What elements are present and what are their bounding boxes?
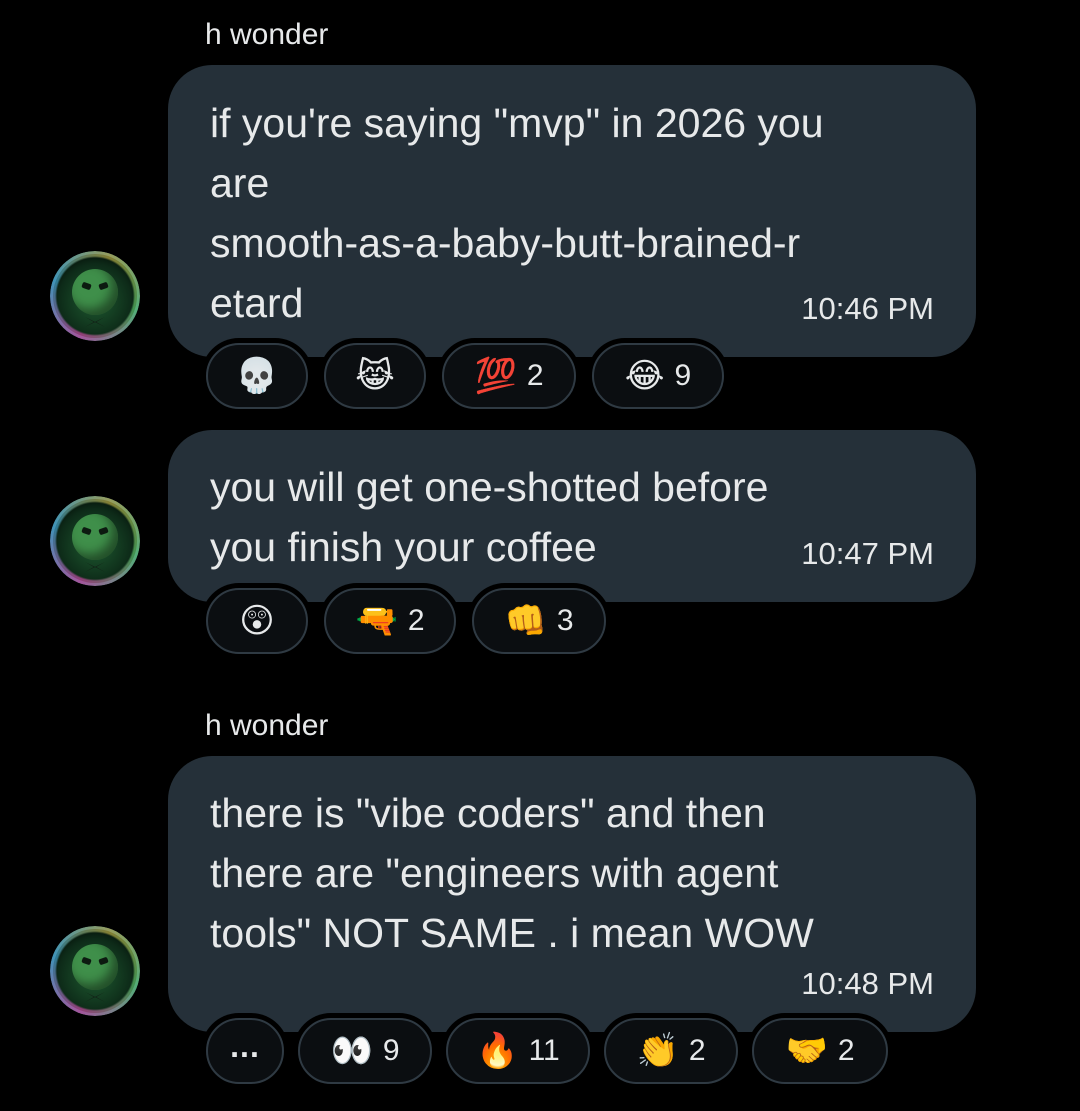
reaction-chip-eyes[interactable]: 👀 9: [298, 1018, 432, 1084]
reaction-chip-fist-bump[interactable]: 👊 3: [472, 588, 606, 654]
message-timestamp: 10:48 PM: [801, 966, 934, 1001]
reaction-count: 9: [382, 1034, 400, 1067]
reaction-count: 3: [556, 604, 574, 637]
reaction-chip-astonished[interactable]: 😲: [206, 588, 308, 654]
reaction-chip-cat-joy[interactable]: 😹: [324, 343, 426, 409]
avatar[interactable]: [50, 251, 140, 341]
reaction-chip-fire[interactable]: 🔥 11: [446, 1018, 590, 1084]
reaction-chip-hundred[interactable]: 💯 2: [442, 343, 576, 409]
avatar-face-icon: [72, 944, 118, 990]
sender-name: h wonder: [205, 709, 329, 742]
reaction-chip-clapping[interactable]: 👏 2: [604, 1018, 738, 1084]
reaction-count: 9: [674, 359, 692, 392]
avatar-face-icon: [72, 514, 118, 560]
message-timestamp: 10:46 PM: [801, 291, 934, 326]
message-bubble[interactable]: if you're saying "mvp" in 2026 you are s…: [168, 65, 976, 357]
reaction-chip-tears-of-joy[interactable]: 😂 9: [592, 343, 724, 409]
sender-name: h wonder: [205, 18, 329, 51]
avatar[interactable]: [50, 926, 140, 1016]
water-pistol-emoji-icon: 🔫: [355, 601, 398, 641]
reaction-count: 2: [407, 604, 425, 637]
reaction-count: 2: [688, 1034, 706, 1067]
clapping-hands-emoji-icon: 👏: [636, 1031, 679, 1071]
reaction-chip-skull[interactable]: 💀: [206, 343, 308, 409]
message-bubble[interactable]: there is "vibe coders" and then there ar…: [168, 756, 976, 1032]
reaction-bar: ... 👀 9 🔥 11 👏 2 🤝 2: [0, 1018, 1080, 1088]
hundred-points-emoji-icon: 💯: [474, 356, 517, 396]
eyes-emoji-icon: 👀: [330, 1031, 373, 1071]
fist-bump-emoji-icon: 👊: [504, 601, 547, 641]
tears-of-joy-emoji-icon: 😂: [624, 356, 665, 396]
reaction-chip-more[interactable]: ...: [206, 1018, 284, 1084]
reaction-bar: 💀 😹 💯 2 😂 9: [0, 343, 1080, 413]
avatar[interactable]: [50, 496, 140, 586]
message-timestamp: 10:47 PM: [801, 536, 934, 571]
reaction-count: 2: [837, 1034, 855, 1067]
fire-emoji-icon: 🔥: [476, 1031, 519, 1071]
bow-tie-icon: [85, 992, 105, 1002]
reaction-chip-handshake[interactable]: 🤝 2: [752, 1018, 888, 1084]
message-text: there is "vibe coders" and then there ar…: [210, 790, 814, 956]
skull-emoji-icon: 💀: [235, 356, 279, 396]
message-bubble[interactable]: you will get one-shotted before you fini…: [168, 430, 976, 602]
more-reactions-icon: ...: [230, 1028, 260, 1064]
cat-joy-emoji-icon: 😹: [355, 356, 395, 396]
astonished-face-emoji-icon: 😲: [239, 601, 275, 641]
reaction-count: 11: [528, 1034, 560, 1067]
handshake-emoji-icon: 🤝: [785, 1031, 828, 1071]
reaction-count: 2: [526, 359, 544, 392]
bow-tie-icon: [85, 317, 105, 327]
bow-tie-icon: [85, 562, 105, 572]
reaction-bar: 😲 🔫 2 👊 3: [0, 588, 1080, 658]
avatar-face-icon: [72, 269, 118, 315]
reaction-chip-water-pistol[interactable]: 🔫 2: [324, 588, 456, 654]
